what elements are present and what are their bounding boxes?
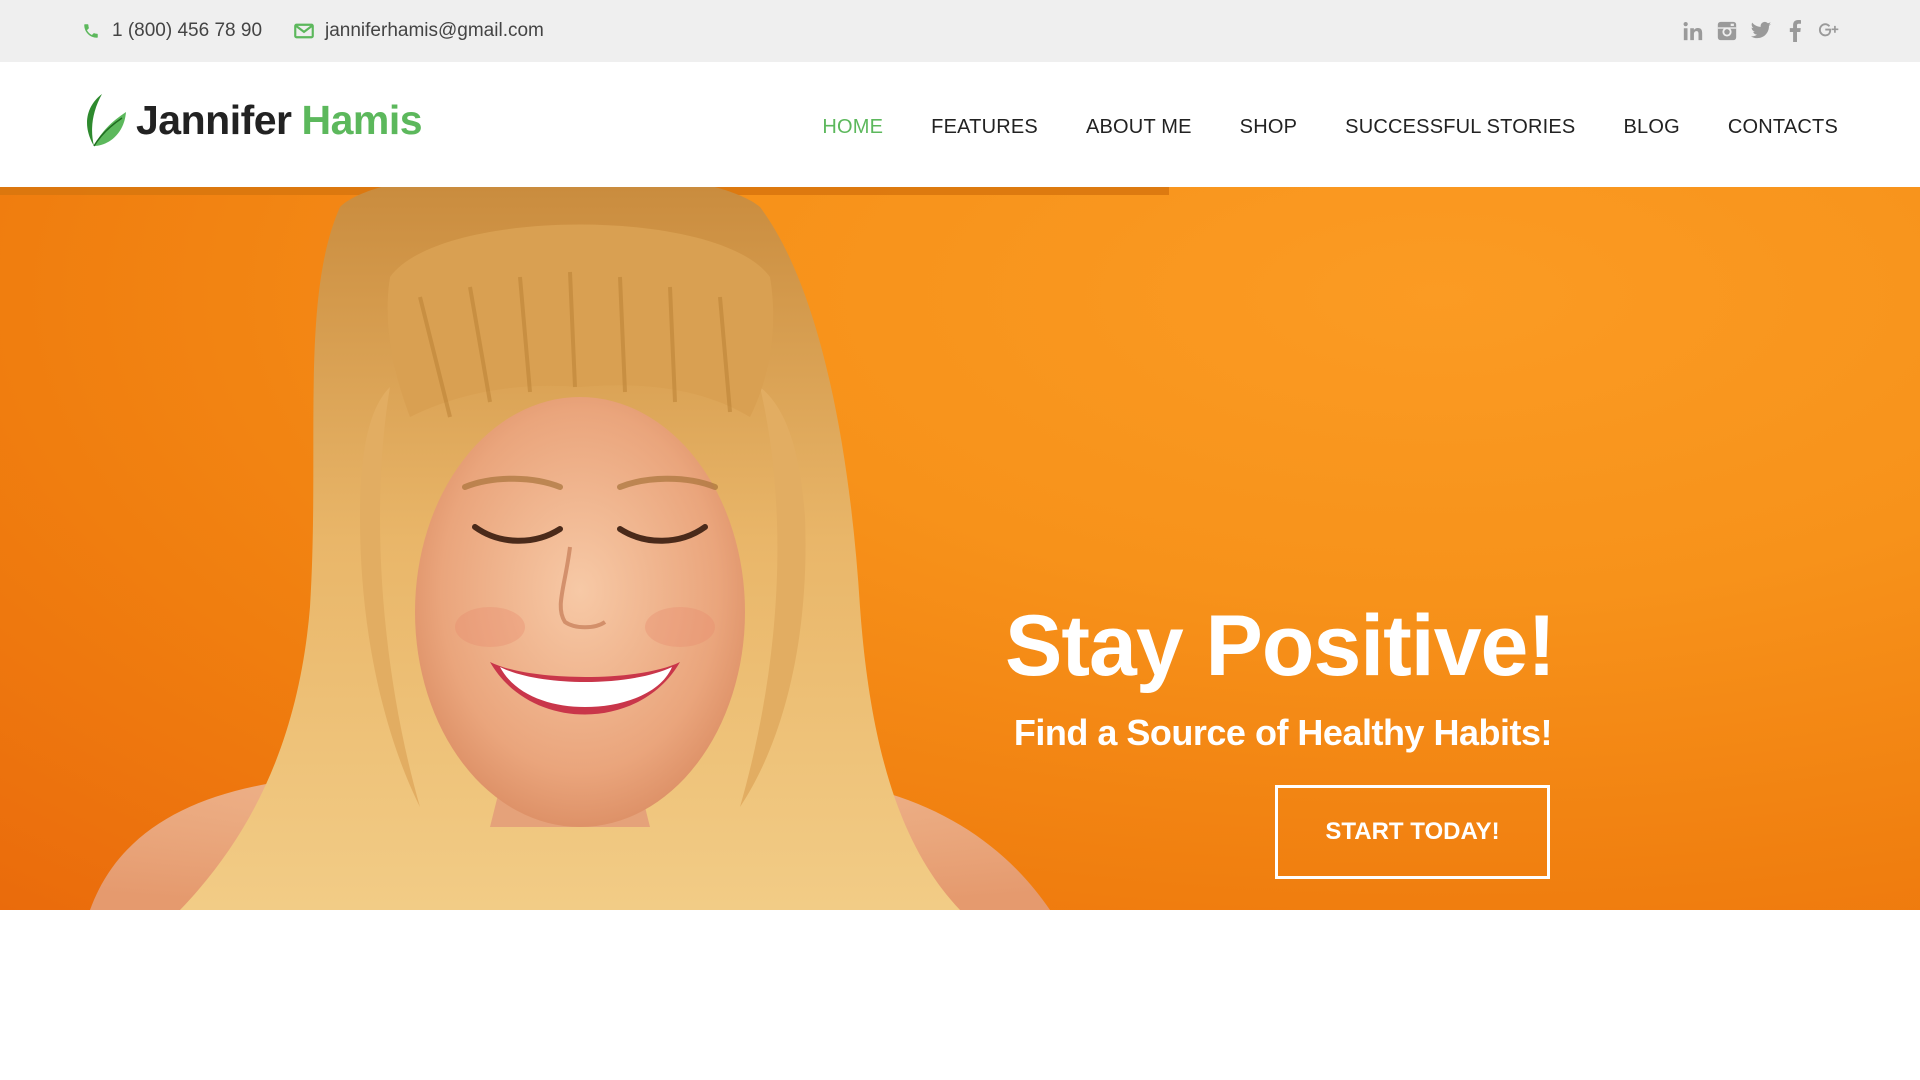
nav-shop[interactable]: SHOP <box>1240 116 1297 139</box>
leaf-logo-icon <box>87 94 126 147</box>
nav-blog[interactable]: BLOG <box>1623 116 1679 139</box>
social-links <box>1682 0 1840 62</box>
start-today-button[interactable]: START TODAY! <box>1275 785 1550 879</box>
hero-subtitle: Find a Source of Healthy Habits! <box>1013 712 1553 753</box>
phone-number: 1 (800) 456 78 90 <box>112 20 263 41</box>
linkedin-icon[interactable] <box>1682 19 1704 43</box>
nav-about-me[interactable]: ABOUT ME <box>1086 116 1192 139</box>
envelope-icon <box>293 20 315 42</box>
nav-home[interactable]: HOME <box>822 116 883 139</box>
top-bar: 1 (800) 456 78 90 janniferhamis@gmail.co… <box>0 0 1920 62</box>
nav-features[interactable]: FEATURES <box>931 116 1038 139</box>
hero-title: Stay Positive! <box>1005 598 1556 694</box>
main-nav: HOME FEATURES ABOUT ME SHOP SUCCESSFUL S… <box>774 62 1838 192</box>
phone-contact[interactable]: 1 (800) 456 78 90 <box>80 0 262 62</box>
phone-icon <box>80 20 102 42</box>
hero-woman-photo <box>90 187 1050 910</box>
logo-last-name: Hamis <box>301 96 423 143</box>
facebook-icon[interactable] <box>1784 19 1806 43</box>
site-header: Jannifer Hamis HOME FEATURES ABOUT ME SH… <box>0 62 1920 187</box>
google-plus-icon[interactable] <box>1818 19 1840 43</box>
nav-successful-stories[interactable]: SUCCESSFUL STORIES <box>1345 116 1575 139</box>
logo-first-name: Jannifer <box>136 96 292 143</box>
instagram-icon[interactable] <box>1716 19 1738 43</box>
content-area <box>0 910 1920 1080</box>
hero-slider: Stay Positive! Find a Source of Healthy … <box>0 187 1920 910</box>
twitter-icon[interactable] <box>1750 19 1772 43</box>
site-logo[interactable]: Jannifer Hamis <box>80 90 423 150</box>
email-address: janniferhamis@gmail.com <box>325 20 544 41</box>
email-contact[interactable]: janniferhamis@gmail.com <box>293 0 544 62</box>
nav-contacts[interactable]: CONTACTS <box>1728 116 1838 139</box>
